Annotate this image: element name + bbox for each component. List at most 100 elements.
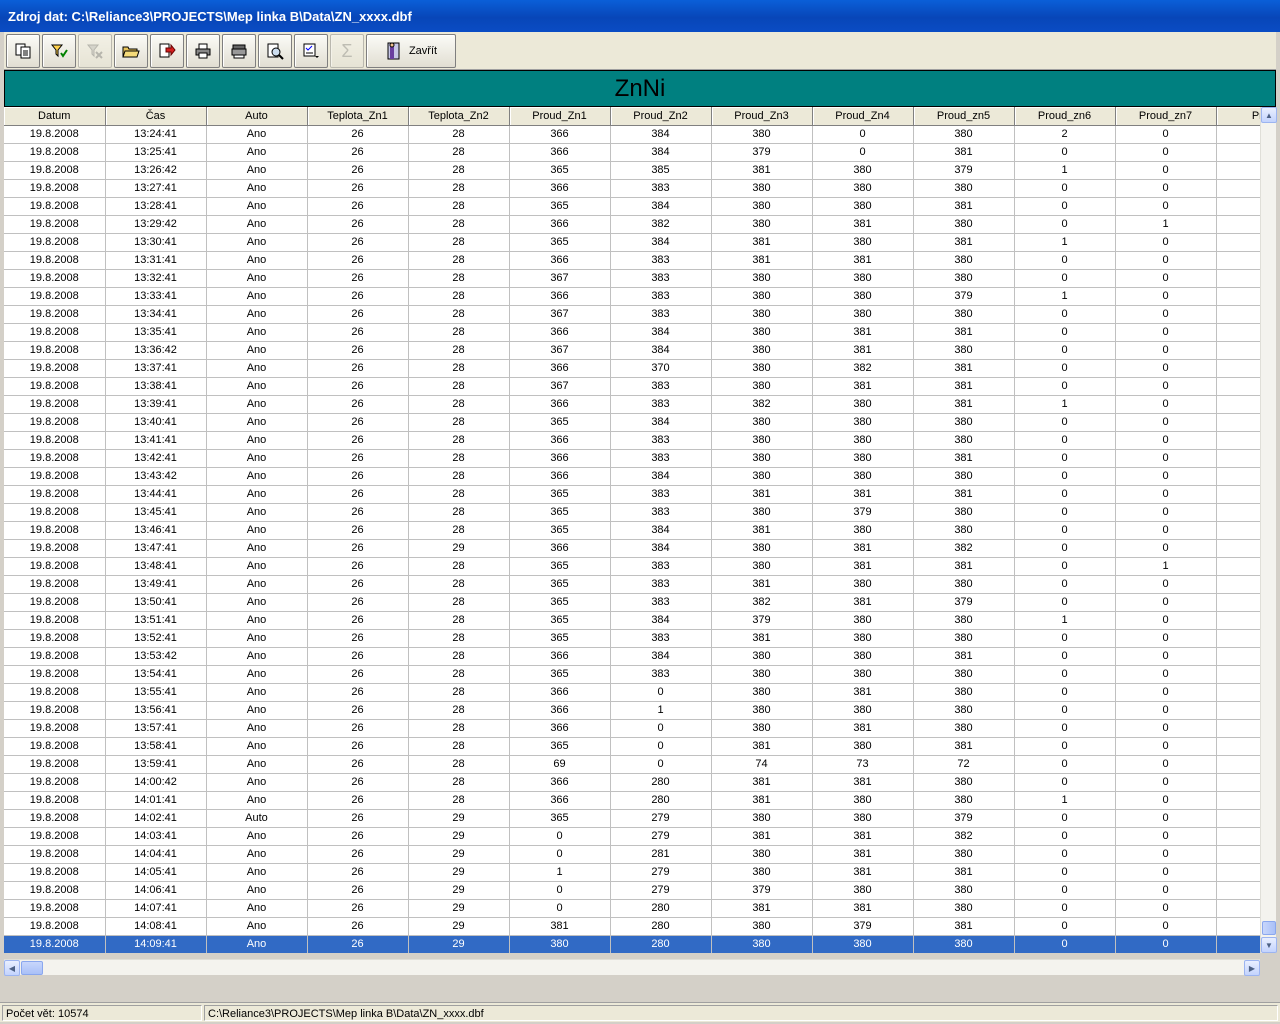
table-row[interactable]: 19.8.2008 13:55:41 Ano 26 28 366 0 380 381 380 0 0 bbox=[4, 683, 1260, 702]
table-cell[interactable]: 381 bbox=[913, 377, 1015, 396]
table-cell[interactable]: 380 bbox=[812, 629, 914, 648]
table-cell[interactable]: 1 bbox=[1115, 215, 1217, 234]
table-cell[interactable]: 383 bbox=[610, 665, 712, 684]
table-cell[interactable]: 0 bbox=[1115, 503, 1217, 522]
table-cell[interactable]: 366 bbox=[509, 647, 611, 666]
table-cell[interactable]: 384 bbox=[610, 413, 712, 432]
table-cell[interactable]: 28 bbox=[408, 179, 510, 198]
table-cell[interactable]: 0 bbox=[1115, 647, 1217, 666]
table-cell[interactable]: 381 bbox=[711, 161, 813, 180]
table-cell[interactable]: 26 bbox=[307, 647, 409, 666]
table-cell[interactable]: 0 bbox=[1014, 647, 1116, 666]
table-cell[interactable]: 0 bbox=[1014, 881, 1116, 900]
table-cell[interactable] bbox=[1216, 611, 1260, 630]
table-cell[interactable]: 380 bbox=[812, 575, 914, 594]
table-cell[interactable]: 0 bbox=[1115, 521, 1217, 540]
table-cell[interactable]: 26 bbox=[307, 683, 409, 702]
table-cell[interactable]: 0 bbox=[1115, 935, 1217, 953]
table-cell[interactable]: 0 bbox=[1115, 233, 1217, 252]
table-cell[interactable]: 13:43:42 bbox=[105, 467, 207, 486]
table-cell[interactable]: 0 bbox=[1115, 845, 1217, 864]
table-cell[interactable]: 280 bbox=[610, 899, 712, 918]
table-cell[interactable]: 384 bbox=[610, 143, 712, 162]
column-header[interactable]: Teplota_Zn1 bbox=[307, 107, 409, 126]
table-cell[interactable]: 28 bbox=[408, 197, 510, 216]
table-cell[interactable]: 19.8.2008 bbox=[4, 521, 106, 540]
table-cell[interactable]: Ano bbox=[206, 737, 308, 756]
table-cell[interactable]: 380 bbox=[711, 647, 813, 666]
table-cell[interactable]: 380 bbox=[913, 701, 1015, 720]
table-cell[interactable]: 0 bbox=[1115, 917, 1217, 936]
table-cell[interactable]: 383 bbox=[610, 629, 712, 648]
table-cell[interactable]: 279 bbox=[610, 809, 712, 828]
table-cell[interactable]: 0 bbox=[1115, 719, 1217, 738]
table-cell[interactable]: Ano bbox=[206, 359, 308, 378]
table-cell[interactable]: 0 bbox=[1115, 179, 1217, 198]
table-cell[interactable]: 13:41:41 bbox=[105, 431, 207, 450]
table-cell[interactable] bbox=[1216, 431, 1260, 450]
table-cell[interactable]: 13:25:41 bbox=[105, 143, 207, 162]
table-cell[interactable]: 19.8.2008 bbox=[4, 485, 106, 504]
table-cell[interactable]: Ano bbox=[206, 665, 308, 684]
table-cell[interactable]: 365 bbox=[509, 233, 611, 252]
table-cell[interactable]: 381 bbox=[812, 341, 914, 360]
table-cell[interactable]: 0 bbox=[610, 719, 712, 738]
table-cell[interactable]: 381 bbox=[711, 521, 813, 540]
table-cell[interactable]: Ano bbox=[206, 827, 308, 846]
table-cell[interactable]: 382 bbox=[711, 395, 813, 414]
table-cell[interactable]: 26 bbox=[307, 701, 409, 720]
table-row[interactable]: 19.8.2008 14:01:41 Ano 26 28 366 280 381 380 380 1… bbox=[4, 791, 1260, 810]
table-cell[interactable]: 380 bbox=[812, 197, 914, 216]
table-cell[interactable]: Ano bbox=[206, 305, 308, 324]
table-row[interactable]: 19.8.2008 13:49:41 Ano 26 28 365 383 381 380 380 0… bbox=[4, 575, 1260, 594]
table-cell[interactable]: 26 bbox=[307, 341, 409, 360]
table-cell[interactable]: 381 bbox=[812, 215, 914, 234]
table-row[interactable]: 19.8.2008 13:57:41 Ano 26 28 366 0 380 381 380 0 0 bbox=[4, 719, 1260, 738]
table-cell[interactable]: 26 bbox=[307, 215, 409, 234]
table-row[interactable]: 19.8.2008 13:45:41 Ano 26 28 365 383 380 379 380 0… bbox=[4, 503, 1260, 522]
table-row[interactable]: 19.8.2008 14:06:41 Ano 26 29 0 279 379 380 380 0 0 bbox=[4, 881, 1260, 900]
table-cell[interactable]: 365 bbox=[509, 737, 611, 756]
table-cell[interactable]: 26 bbox=[307, 197, 409, 216]
export-button[interactable] bbox=[150, 34, 184, 68]
table-cell[interactable]: 1 bbox=[1014, 287, 1116, 306]
table-cell[interactable]: 383 bbox=[610, 269, 712, 288]
table-cell[interactable]: 0 bbox=[1014, 269, 1116, 288]
table-cell[interactable]: 383 bbox=[610, 287, 712, 306]
table-cell[interactable]: 380 bbox=[913, 341, 1015, 360]
table-cell[interactable]: 19.8.2008 bbox=[4, 251, 106, 270]
table-cell[interactable]: 26 bbox=[307, 791, 409, 810]
table-cell[interactable]: 0 bbox=[812, 125, 914, 144]
table-cell[interactable]: 383 bbox=[610, 179, 712, 198]
scroll-right-button[interactable]: ▶ bbox=[1244, 960, 1260, 976]
table-cell[interactable]: 379 bbox=[711, 143, 813, 162]
table-cell[interactable]: 13:46:41 bbox=[105, 521, 207, 540]
table-cell[interactable]: 26 bbox=[307, 521, 409, 540]
table-cell[interactable]: 13:54:41 bbox=[105, 665, 207, 684]
table-cell[interactable]: 13:30:41 bbox=[105, 233, 207, 252]
table-cell[interactable] bbox=[1216, 665, 1260, 684]
table-cell[interactable]: 28 bbox=[408, 269, 510, 288]
table-cell[interactable] bbox=[1216, 773, 1260, 792]
table-cell[interactable]: 381 bbox=[711, 575, 813, 594]
table-cell[interactable]: 26 bbox=[307, 935, 409, 953]
table-cell[interactable]: 366 bbox=[509, 251, 611, 270]
table-cell[interactable] bbox=[1216, 791, 1260, 810]
table-cell[interactable]: 380 bbox=[812, 521, 914, 540]
table-cell[interactable]: 381 bbox=[812, 377, 914, 396]
table-cell[interactable]: 26 bbox=[307, 377, 409, 396]
table-cell[interactable]: 380 bbox=[711, 467, 813, 486]
table-cell[interactable]: 381 bbox=[812, 719, 914, 738]
table-cell[interactable]: 19.8.2008 bbox=[4, 341, 106, 360]
table-cell[interactable] bbox=[1216, 215, 1260, 234]
table-cell[interactable]: 381 bbox=[913, 917, 1015, 936]
table-cell[interactable]: 19.8.2008 bbox=[4, 449, 106, 468]
table-cell[interactable] bbox=[1216, 485, 1260, 504]
table-cell[interactable]: 380 bbox=[913, 215, 1015, 234]
table-cell[interactable]: Ano bbox=[206, 575, 308, 594]
table-cell[interactable]: 380 bbox=[913, 845, 1015, 864]
table-cell[interactable] bbox=[1216, 449, 1260, 468]
table-cell[interactable]: 380 bbox=[812, 161, 914, 180]
table-cell[interactable]: 19.8.2008 bbox=[4, 539, 106, 558]
table-cell[interactable]: Ano bbox=[206, 863, 308, 882]
